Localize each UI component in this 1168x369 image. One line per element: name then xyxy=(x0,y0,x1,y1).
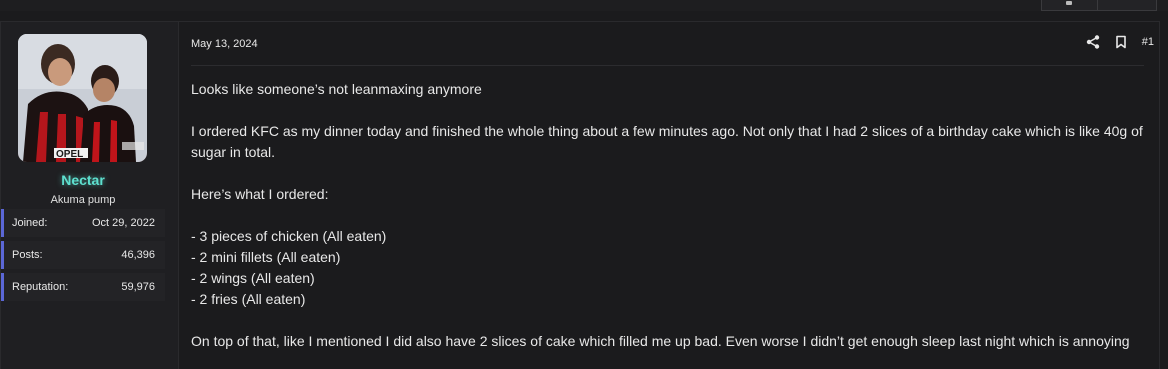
line-break xyxy=(191,310,1151,331)
bookmark-icon[interactable] xyxy=(1114,35,1128,49)
post-date[interactable]: May 13, 2024 xyxy=(191,38,258,50)
avatar-image: OPEL xyxy=(18,34,147,162)
stat-joined: Joined: Oct 29, 2022 xyxy=(1,209,165,237)
post-content: May 13, 2024 #1 Looks like someone’s not… xyxy=(179,22,1159,369)
post-message: OPEL Nectar Akuma pump Joined: Oct 29, 2… xyxy=(0,21,1160,369)
post-line: - 2 mini fillets (All eaten) xyxy=(191,249,341,265)
post-line: Looks like someone’s not leanmaxing anym… xyxy=(191,81,482,97)
stat-value: Oct 29, 2022 xyxy=(92,217,155,229)
top-toolbar xyxy=(0,0,1168,11)
user-title: Akuma pump xyxy=(50,194,116,206)
stat-label: Joined: xyxy=(12,217,48,229)
post-number-link[interactable]: #1 xyxy=(1142,36,1154,48)
post-line: Here’s what I ordered: xyxy=(191,186,329,202)
line-break xyxy=(191,100,1151,121)
stat-label: Posts: xyxy=(12,249,43,261)
toolbar-button[interactable] xyxy=(1097,0,1157,11)
toolbar-icon xyxy=(1066,1,1072,5)
toolbar-button[interactable] xyxy=(1041,0,1099,11)
line-break xyxy=(191,163,1151,184)
svg-text:OPEL: OPEL xyxy=(56,149,83,160)
post-line: On top of that, like I mentioned I did a… xyxy=(191,333,1130,349)
stat-label: Reputation: xyxy=(12,281,69,293)
username[interactable]: Nectar xyxy=(1,172,165,188)
stat-posts: Posts: 46,396 xyxy=(1,241,165,269)
post-attribution: May 13, 2024 #1 xyxy=(191,22,1154,66)
line-break xyxy=(191,205,1151,226)
share-icon[interactable] xyxy=(1086,35,1100,49)
post-body: Looks like someone’s not leanmaxing anym… xyxy=(191,79,1151,352)
forum-page: OPEL Nectar Akuma pump Joined: Oct 29, 2… xyxy=(0,0,1168,369)
stat-reputation: Reputation: 59,976 xyxy=(1,273,165,301)
post-line: I ordered KFC as my dinner today and fin… xyxy=(191,123,1143,160)
stat-value: 46,396 xyxy=(121,249,155,261)
post-line: - 3 pieces of chicken (All eaten) xyxy=(191,228,387,244)
post-line: - 2 fries (All eaten) xyxy=(191,291,306,307)
post-line: - 2 wings (All eaten) xyxy=(191,270,315,286)
user-info-panel: OPEL Nectar Akuma pump Joined: Oct 29, 2… xyxy=(1,22,179,369)
avatar[interactable]: OPEL xyxy=(18,34,147,162)
stat-value: 59,976 xyxy=(121,281,155,293)
user-stats: Joined: Oct 29, 2022 Posts: 46,396 Reput… xyxy=(1,209,165,305)
post-actions: #1 xyxy=(1086,35,1154,49)
